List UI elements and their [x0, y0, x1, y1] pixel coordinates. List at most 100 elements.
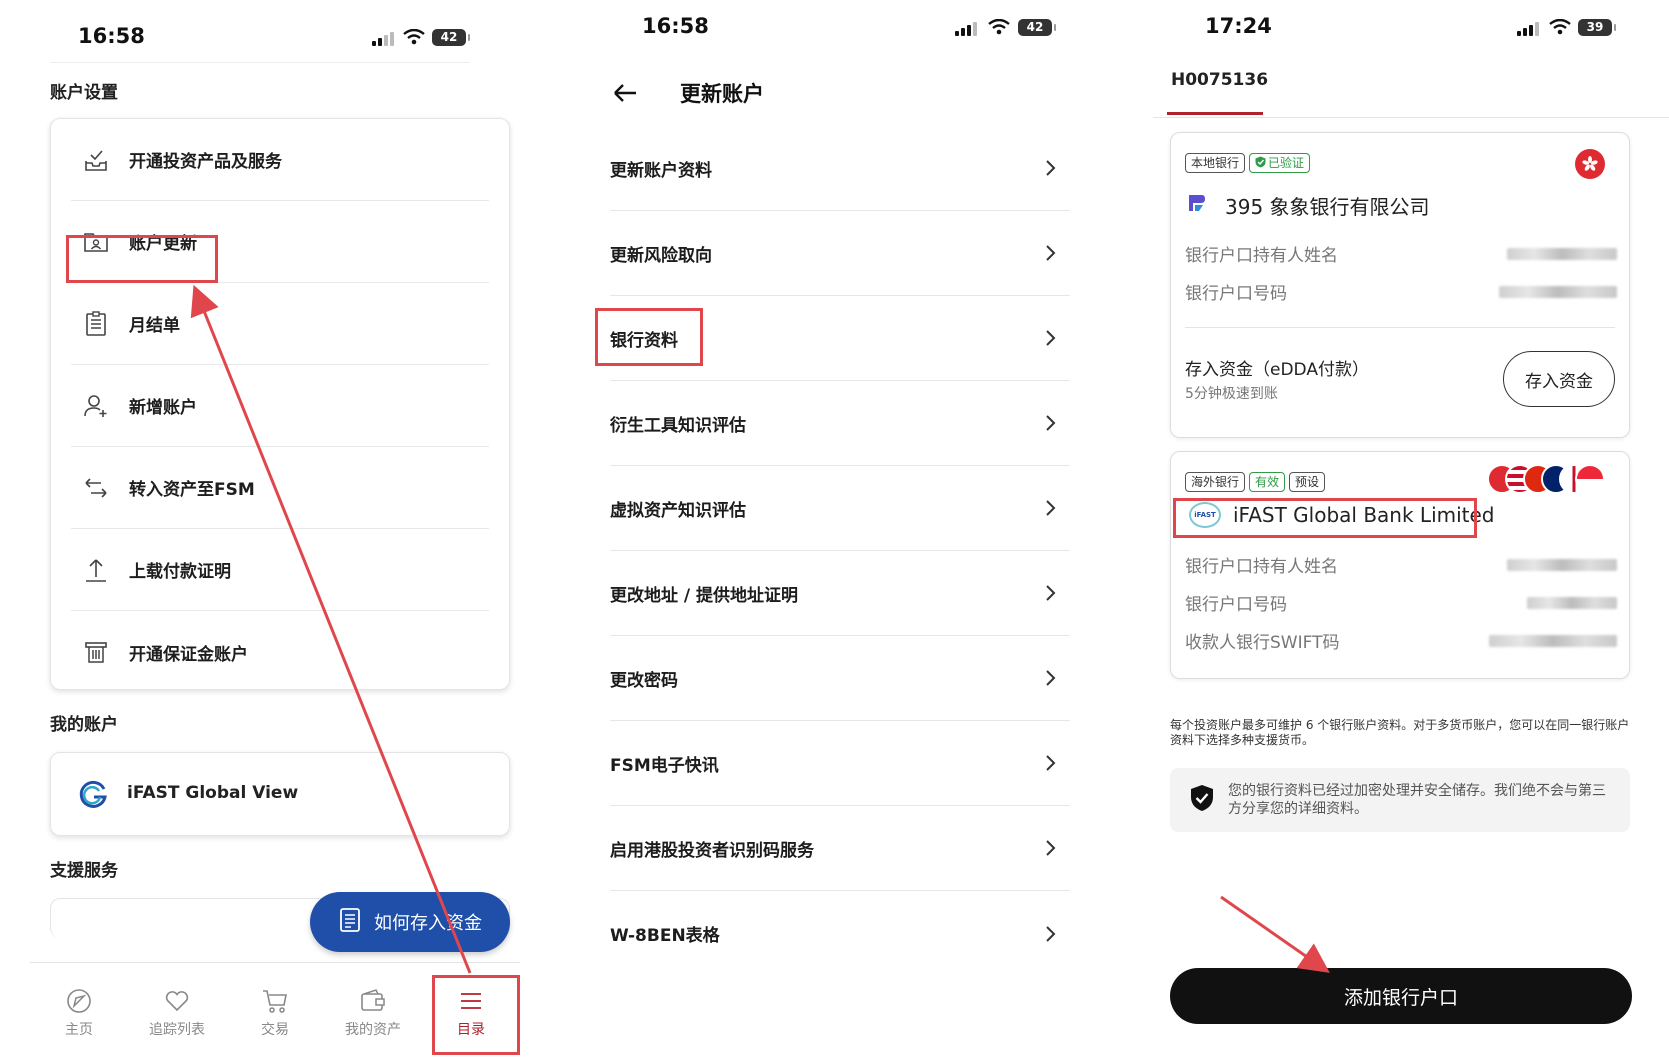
menu-add-account[interactable]: 新增账户	[71, 365, 489, 447]
signal-icon	[955, 22, 977, 36]
account-label: 银行户口号码	[1185, 284, 1287, 304]
tab-underline	[1167, 112, 1263, 115]
account-settings-title: 账户设置	[50, 83, 118, 103]
heart-icon	[163, 987, 191, 1015]
tab-watchlist[interactable]: 追踪列表	[128, 975, 226, 1055]
chevron-right-icon	[1046, 670, 1056, 686]
overseas-bank-card[interactable]: 海外银行 有效 预设 iFAST iFAST Global Bank Limit…	[1170, 451, 1630, 679]
local-bank-card[interactable]: 本地银行 已验证 395 象象银行有限公司 银行户口持有人姓名 银行户口号码 存…	[1170, 132, 1630, 438]
menu-label: 月结单	[129, 316, 180, 336]
chevron-right-icon	[1046, 160, 1056, 176]
settings-card: 开通投资产品及服务 账户更新 月结单 新增账户 转入资产至FSM 上载付款证明 …	[50, 118, 510, 690]
menu-label: 转入资产至FSM	[129, 480, 255, 500]
status-time: 16:58	[78, 24, 145, 48]
row-label: 更改地址 / 提供地址证明	[610, 585, 799, 606]
overseas-swift-row: 收款人银行SWIFT码	[1185, 628, 1617, 653]
menu-open-products[interactable]: 开通投资产品及服务	[71, 119, 489, 201]
tab-my-assets[interactable]: 我的资产	[324, 975, 422, 1055]
panel-bank-info: 17:24 39 H0075136 本地银行 已验证 395 象象银行有限公司	[1105, 0, 1669, 1063]
account-redacted	[1527, 596, 1617, 609]
local-bank-name: 395 象象银行有限公司	[1185, 191, 1430, 220]
deposit-funds-button[interactable]: 存入资金	[1503, 351, 1615, 407]
menu-upload-proof[interactable]: 上载付款证明	[71, 529, 489, 611]
my-accounts-title: 我的账户	[50, 715, 118, 735]
row-w8ben[interactable]: W-8BEN表格	[610, 891, 1070, 976]
local-bank-name-label: 395 象象银行有限公司	[1225, 195, 1430, 219]
row-label: 更改密码	[610, 670, 678, 691]
holder-redacted	[1507, 558, 1617, 571]
status-bar: 16:58 42	[0, 0, 520, 60]
menu-margin-account[interactable]: 开通保证金账户	[71, 611, 489, 693]
menu-statement[interactable]: 月结单	[71, 283, 489, 365]
menu-label: 开通投资产品及服务	[129, 152, 282, 172]
row-label: 更新账户资料	[610, 160, 712, 181]
row-derivatives-assessment[interactable]: 衍生工具知识评估	[610, 381, 1070, 466]
tab-divider	[1153, 117, 1669, 118]
inbox-check-icon	[81, 145, 111, 175]
page-header: 更新账户	[560, 70, 1080, 120]
tab-account-id[interactable]: H0075136	[1171, 70, 1268, 90]
account-label: 银行户口号码	[1185, 595, 1287, 615]
status-bar: 17:24 39	[1105, 0, 1669, 60]
panel-account-menu: 16:58 42 账户设置 开通投资产品及服务 账户更新 月结单 新增账户 转入…	[0, 0, 520, 1063]
document-icon	[338, 907, 362, 938]
tab-trade[interactable]: 交易	[226, 975, 324, 1055]
tab-label: 追踪列表	[149, 1022, 205, 1038]
row-change-address[interactable]: 更改地址 / 提供地址证明	[610, 551, 1070, 636]
page-title: 更新账户	[680, 82, 764, 106]
chevron-right-icon	[1046, 925, 1056, 942]
chevron-right-icon	[1046, 585, 1056, 601]
back-arrow-icon[interactable]	[612, 80, 638, 110]
menu-label: 上载付款证明	[129, 562, 231, 582]
overseas-bank-tags: 海外银行 有效 预设	[1185, 472, 1329, 492]
hk-flag-icon	[1575, 149, 1605, 179]
how-to-deposit-button[interactable]: 如何存入资金	[310, 892, 510, 952]
add-bank-account-button[interactable]: 添加银行户口	[1170, 968, 1632, 1024]
wifi-icon	[1549, 19, 1571, 35]
holder-label: 银行户口持有人姓名	[1185, 246, 1338, 266]
row-label: 启用港股投资者识别码服务	[610, 840, 814, 861]
battery-icon: 39	[1578, 19, 1616, 36]
tab-label: 我的资产	[345, 1022, 401, 1038]
row-label: W-8BEN表格	[610, 926, 720, 946]
menu-label: 新增账户	[129, 398, 197, 418]
highlight-menu-tab	[432, 975, 520, 1055]
tag-active: 有效	[1249, 472, 1286, 492]
global-view-card[interactable]: iFAST Global View	[50, 752, 510, 836]
highlight-bank-info	[595, 308, 703, 366]
battery-icon: 42	[1018, 19, 1056, 36]
tab-home[interactable]: 主页	[30, 975, 128, 1055]
chevron-right-icon	[1046, 245, 1056, 261]
cart-icon	[261, 987, 289, 1015]
margin-icon	[81, 637, 111, 667]
row-fsm-newsletter[interactable]: FSM电子快讯	[610, 721, 1070, 806]
status-time: 16:58	[642, 14, 709, 38]
header-divider	[50, 62, 470, 63]
tag-default: 预设	[1289, 472, 1326, 492]
tag-verified-label: 已验证	[1268, 156, 1305, 170]
wifi-icon	[988, 19, 1010, 35]
support-title: 支援服务	[50, 861, 118, 881]
row-change-password[interactable]: 更改密码	[610, 636, 1070, 721]
sg-flag-icon	[1575, 464, 1605, 494]
row-virtual-asset-assessment[interactable]: 虚拟资产知识评估	[610, 466, 1070, 551]
chevron-right-icon	[1046, 500, 1056, 516]
panel-update-account: 16:58 42 更新账户 更新账户资料 更新风险取向 银行资料 衍生工具知识评…	[560, 0, 1080, 1063]
row-hk-investor-id[interactable]: 启用港股投资者识别码服务	[610, 806, 1070, 891]
local-holder-row: 银行户口持有人姓名	[1185, 241, 1617, 266]
deposit-sub: 5分钟极速到账	[1185, 386, 1278, 402]
bank-logo-icon	[1185, 192, 1207, 219]
row-label: 虚拟资产知识评估	[610, 500, 746, 521]
highlight-account-update	[66, 235, 218, 283]
local-account-row: 银行户口号码	[1185, 279, 1617, 304]
tab-label: 主页	[65, 1022, 93, 1038]
user-add-icon	[81, 391, 111, 421]
tag-overseas-bank: 海外银行	[1185, 472, 1246, 492]
transfer-arrows-icon	[81, 473, 111, 503]
statement-icon	[81, 309, 111, 339]
card-divider	[1185, 327, 1615, 328]
menu-label: 开通保证金账户	[129, 644, 248, 665]
row-update-account-info[interactable]: 更新账户资料	[610, 126, 1070, 211]
row-update-risk[interactable]: 更新风险取向	[610, 211, 1070, 296]
menu-transfer-assets[interactable]: 转入资产至FSM	[71, 447, 489, 529]
